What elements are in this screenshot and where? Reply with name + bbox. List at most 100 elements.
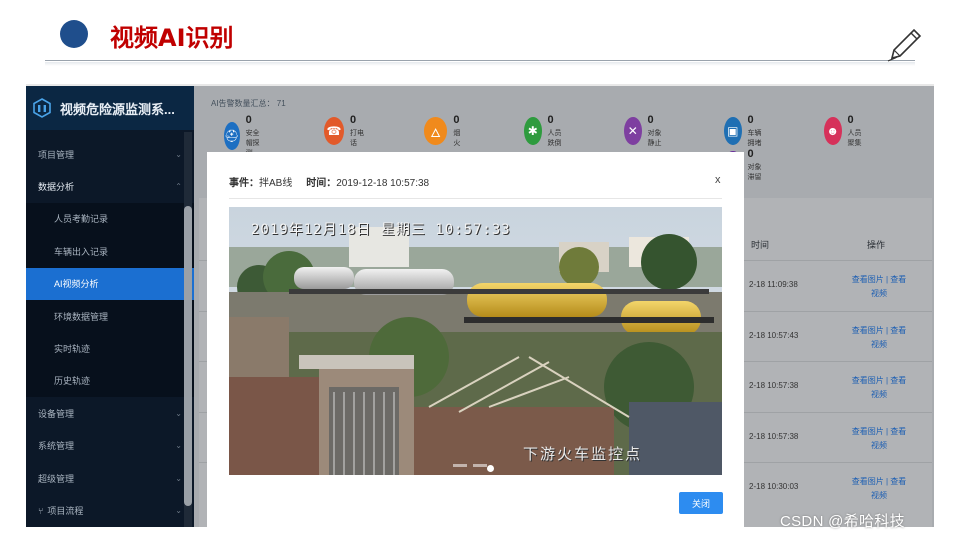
table-cell-time: 2-18 10:57:38 [749, 431, 799, 441]
sidebar-item[interactable]: 历史轨迹 [26, 364, 194, 398]
table-cell-actions[interactable]: 查看图片 | 查看视频 [849, 273, 909, 301]
alarm-summary: AI告警数量汇总： 71 [211, 99, 286, 108]
watermark: CSDN @希哈科技 [780, 513, 905, 530]
sidebar-item-label: 实时轨迹 [54, 344, 91, 355]
alarm-count: 0 [245, 114, 252, 126]
alarm-stat[interactable]: 🜂 0 烟火 [424, 114, 465, 148]
sidebar-item[interactable]: 超级管理 ⌄ [26, 462, 194, 494]
alarm-label: 对象静止 [647, 130, 662, 147]
alarm-stat[interactable]: ✱ 0 人员跌倒 [524, 114, 565, 148]
sidebar-item[interactable]: 环境数据管理 [26, 299, 194, 333]
alarm-text: 0 烟火 [453, 114, 465, 148]
chevron-down-icon: ⌄ [175, 149, 182, 159]
alarm-stat[interactable]: ☻ 0 人员聚集 [824, 114, 865, 148]
sidebar-item-label-wrap: 车辆出入记录 [54, 245, 108, 258]
video-player[interactable]: 2019年12月18日 星期三 10:57:33 下游火车监控点 [229, 207, 722, 475]
sidebar-item-label-wrap: 设备管理 [38, 407, 74, 420]
helmet-icon: ⛑ [224, 122, 240, 150]
alarm-count: 0 [547, 114, 554, 126]
table-cell-time: 2-18 10:30:03 [749, 482, 799, 491]
event-value: 拌AB线 [259, 178, 293, 189]
sidebar-item-label: 历史轨迹 [54, 376, 91, 387]
alarm-count: 0 [647, 114, 654, 126]
alarm-label: 烟火 [453, 130, 461, 147]
alarm-count: 0 [847, 114, 854, 126]
sidebar-item-label: 项目管理 [38, 149, 75, 160]
sidebar-item[interactable]: ⑂ 项目流程 ⌄ [26, 494, 194, 526]
alarm-count: 0 [747, 114, 754, 126]
time-label: 时间： [306, 178, 337, 189]
car-icon: ▣ [724, 117, 742, 145]
alarm-label: 车辆拥堵 [747, 130, 762, 147]
slide: 视频AI识别 视频危险源监测系... 项目管理 ⌄ 数据分析 ⌃ 人员考勤记录 车辆出入记… [0, 0, 960, 540]
sidebar-item[interactable]: AI视频分析 [26, 267, 194, 300]
table-cell-actions[interactable]: 查看图片 | 查看视频 [849, 374, 909, 402]
alarm-text: 0 人员跌倒 [548, 114, 566, 148]
close-icon[interactable]: x [715, 174, 721, 186]
close-button[interactable]: 关闭 [679, 492, 723, 514]
sidebar-item-label: 环境数据管理 [54, 311, 109, 322]
carousel-indicator[interactable] [453, 464, 467, 467]
alarm-label: 人员聚集 [847, 130, 862, 147]
title-rule-shadow [45, 62, 915, 66]
sidebar-item-label-wrap: ⑂ 项目流程 [38, 504, 83, 517]
table-cell-actions[interactable]: 查看图片 | 查看视频 [849, 324, 909, 352]
slide-title: 视频AI识别 [110, 24, 234, 52]
phone-icon: ☎ [324, 117, 344, 145]
sidebar-item-label: 系统管理 [38, 441, 75, 452]
fall-icon: ✱ [524, 117, 542, 145]
chevron-down-icon: ⌄ [175, 441, 182, 451]
sidebar-brand[interactable]: 视频危险源监测系... [26, 86, 194, 130]
sidebar-scroll-thumb[interactable] [184, 206, 192, 506]
sidebar-item-label: 设备管理 [38, 408, 75, 419]
table-cell-time: 2-18 10:57:38 [749, 381, 799, 390]
sidebar-item-label-wrap: 超级管理 [38, 472, 74, 485]
sidebar-item[interactable]: 实时轨迹 [26, 332, 194, 365]
alarm-stat[interactable]: ▣ 0 车辆拥堵 [724, 114, 765, 148]
sidebar-item[interactable]: 设备管理 ⌄ [26, 397, 194, 429]
sidebar-item[interactable]: 人员考勤记录 [26, 202, 194, 236]
chevron-up-icon: ⌃ [175, 182, 182, 192]
alarm-text: 0 对象滞留 [748, 148, 766, 182]
table-cell-time: 2-18 10:57:43 [749, 330, 799, 340]
carousel-indicator-active[interactable] [487, 465, 494, 472]
carousel-indicator[interactable] [473, 464, 487, 467]
alarm-text: 0 打电话 [350, 114, 365, 148]
sidebar-item[interactable]: 系统管理 ⌄ [26, 430, 194, 462]
alarm-stat[interactable]: ✕ 0 对象静止 [624, 114, 665, 148]
alarm-label: 对象滞留 [747, 164, 762, 181]
sidebar-item-label: 超级管理 [38, 473, 75, 484]
flow-icon: ⑂ [38, 505, 44, 516]
sidebar-item-label-wrap: 实时轨迹 [54, 342, 90, 355]
sidebar-item-label-wrap: 项目管理 [38, 148, 74, 161]
sidebar-item-label-wrap: 系统管理 [38, 439, 74, 452]
sidebar-item[interactable]: 数据分析 ⌃ [26, 170, 194, 202]
alarm-stat[interactable]: ☎ 0 打电话 [324, 114, 365, 148]
table-cell-actions[interactable]: 查看图片 | 查看视频 [849, 475, 909, 503]
sidebar-menu: 项目管理 ⌄ 数据分析 ⌃ 人员考勤记录 车辆出入记录 AI视频分析 环境数据管理 实时轨迹历史… [26, 138, 194, 527]
alarm-text: 0 人员聚集 [848, 114, 866, 148]
sidebar-item[interactable]: 项目管理 ⌄ [26, 138, 194, 170]
sidebar-item-label: AI视频分析 [54, 279, 99, 290]
crowd-icon: ☻ [824, 117, 842, 145]
fire-icon: 🜂 [424, 117, 448, 145]
table-cell-time: 2-18 11:09:38 [749, 280, 798, 289]
event-video-modal: 事件：拌AB线 时间：2019-12-18 10:57:38 x 2019年12… [207, 152, 744, 540]
sidebar-item-label-wrap: 环境数据管理 [54, 310, 108, 323]
carousel-indicators[interactable] [453, 464, 487, 467]
table-cell-actions[interactable]: 查看图片 | 查看视频 [849, 425, 909, 453]
alarm-count: 0 [350, 114, 357, 126]
column-header-time: 时间 [751, 240, 770, 250]
alarm-text: 0 对象静止 [648, 114, 666, 148]
video-caption: 下游火车监控点 [523, 445, 643, 463]
sidebar-item-label: 数据分析 [38, 182, 75, 193]
time-value: 2019-12-18 10:57:38 [336, 178, 430, 189]
alarm-label: 打电话 [350, 130, 364, 147]
sidebar-item[interactable]: 车辆出入记录 [26, 235, 194, 268]
alarm-label: 人员跌倒 [547, 130, 562, 147]
alarm-text: 0 车辆拥堵 [748, 114, 766, 148]
video-frame [229, 207, 722, 475]
alarm-count: 0 [453, 114, 460, 126]
title-rule [45, 60, 915, 61]
sidebar-item-label: 人员考勤记录 [54, 214, 109, 225]
